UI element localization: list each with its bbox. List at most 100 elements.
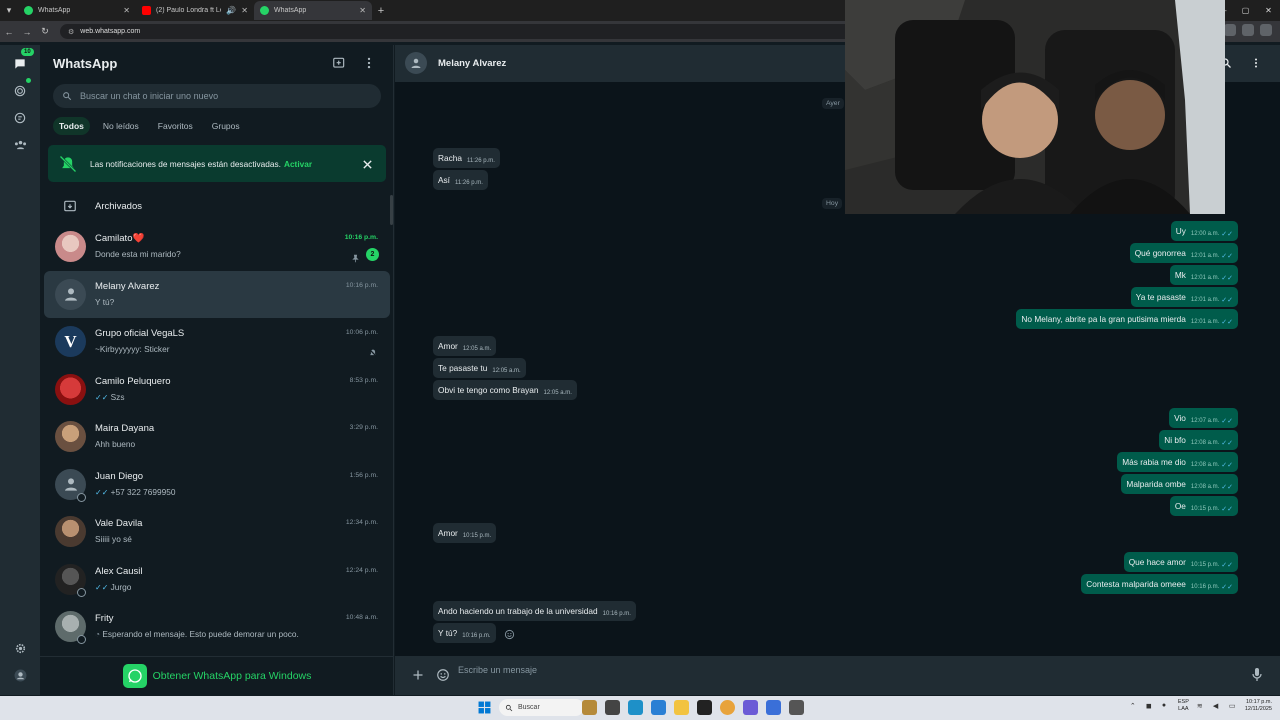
filter-unread[interactable]: No leídos — [97, 117, 145, 135]
app-icon[interactable] — [743, 700, 758, 715]
message-in[interactable]: Amor 10:15 p.m. — [433, 523, 497, 543]
tab-search-icon[interactable]: ▾ — [0, 2, 18, 20]
new-chat-icon[interactable] — [332, 56, 348, 72]
message-in[interactable]: Amor 12:05 a.m. — [433, 336, 497, 356]
file-explorer-icon[interactable] — [674, 700, 689, 715]
windows-start-icon[interactable] — [478, 701, 491, 714]
close-tab-icon[interactable]: ✕ — [359, 6, 366, 15]
search-input[interactable]: Buscar un chat o iniciar uno nuevo — [53, 84, 381, 108]
message-in[interactable]: Te pasaste tu 12:05 a.m. — [433, 358, 526, 378]
chat-item-grupo-oficial-vegals[interactable]: V Grupo oficial VegaLS ~Kirbyyyyyy: Stic… — [44, 318, 390, 366]
chat-item-alex-causil[interactable]: Alex Causil ✓✓ Jurgo 12:24 p.m. — [44, 556, 390, 604]
message-out[interactable]: Vio 12:07 a.m. ✓✓ — [1169, 408, 1238, 428]
message-out[interactable]: No Melany, abrite pa la gran putisima mi… — [1016, 309, 1238, 329]
browser-tab-3[interactable]: WhatsApp ✕ — [254, 1, 372, 20]
message-out[interactable]: Más rabia me dio 12:08 a.m. ✓✓ — [1117, 452, 1238, 472]
message-in[interactable]: Así 11:26 p.m. — [433, 170, 488, 190]
close-tab-icon[interactable]: ✕ — [123, 6, 130, 15]
close-window-icon[interactable]: ✕ — [1257, 0, 1280, 21]
chevron-up-icon[interactable]: ⌃ — [1130, 702, 1138, 710]
new-tab-button[interactable]: + — [372, 5, 390, 17]
battery-icon[interactable]: ▭ — [1229, 702, 1237, 710]
chat-item-camilato[interactable]: Camilato❤️ Donde esta mi marido? 10:16 p… — [44, 223, 390, 271]
message-text: Oe — [1174, 501, 1186, 511]
close-icon[interactable] — [362, 157, 374, 169]
wifi-icon[interactable]: ≋ — [1197, 702, 1205, 710]
message-out[interactable]: Malparida ombe 12:08 a.m. ✓✓ — [1121, 474, 1238, 494]
contact-name[interactable]: Melany Alvarez — [438, 58, 506, 69]
message-out[interactable]: Ni bfo 12:08 a.m. ✓✓ — [1159, 430, 1238, 450]
chat-item-camilo-peluquero[interactable]: Camilo Peluquero ✓✓ Szs 8:53 p.m. — [44, 366, 390, 414]
get-windows-app-link[interactable]: Obtener WhatsApp para Windows — [40, 656, 394, 695]
microphone-icon[interactable] — [1251, 667, 1263, 683]
reload-icon[interactable]: ↻ — [36, 26, 54, 37]
contact-avatar[interactable] — [405, 52, 427, 74]
sticker-icon[interactable] — [436, 668, 450, 682]
message-out[interactable]: Ya te pasaste 12:01 a.m. ✓✓ — [1130, 287, 1238, 307]
close-tab-icon[interactable]: ✕ — [241, 6, 248, 15]
message-out[interactable]: Oe 10:15 p.m. ✓✓ — [1169, 496, 1238, 516]
message-in[interactable]: Ando haciendo un trabajo de la universid… — [433, 601, 636, 621]
profile-avatar[interactable] — [11, 666, 29, 684]
message-in[interactable]: Obvi te tengo como Brayan 12:05 a.m. — [433, 380, 577, 400]
sidebar-scrollbar[interactable] — [390, 195, 393, 225]
message-out[interactable]: Uy 12:00 a.m. ✓✓ — [1170, 221, 1238, 241]
app-tray-icon[interactable]: ◼ — [1146, 702, 1154, 710]
channels-icon[interactable] — [11, 109, 29, 127]
message-out[interactable]: Mk 12:01 a.m. ✓✓ — [1169, 265, 1238, 285]
menu-dots-icon[interactable] — [362, 56, 378, 72]
message-input[interactable]: Escribe un mensaje — [458, 665, 537, 675]
copilot-icon[interactable] — [651, 700, 666, 715]
filter-all[interactable]: Todos — [53, 117, 90, 135]
browser-tab-1[interactable]: WhatsApp ✕ — [18, 1, 136, 20]
read-ticks-icon: ✓✓ — [95, 487, 111, 497]
chat-item-frity[interactable]: Frity ◔ Esperando el mensaje. Esto puede… — [44, 603, 390, 651]
chrome-icon[interactable] — [720, 700, 735, 715]
message-out[interactable]: Qué gonorrea 12:01 a.m. ✓✓ — [1129, 243, 1238, 263]
filter-groups[interactable]: Grupos — [206, 117, 246, 135]
browser-tab-2[interactable]: (2) Paulo Londra ft Lenny Ta 🔊 ✕ — [136, 1, 254, 20]
app-icon[interactable] — [766, 700, 781, 715]
volume-icon[interactable]: ◀ — [1213, 702, 1221, 710]
audio-icon[interactable]: 🔊 — [226, 6, 236, 15]
message-out[interactable]: Que hace amor 10:15 p.m. ✓✓ — [1123, 552, 1238, 572]
language-indicator[interactable]: ESP LAA — [1178, 699, 1189, 713]
activate-notifications-link[interactable]: Activar — [284, 159, 312, 169]
filter-favorites[interactable]: Favoritos — [152, 117, 199, 135]
avatar — [55, 231, 86, 262]
clock[interactable]: 10:17 p.m. 12/11/2025 — [1245, 699, 1272, 713]
app-icon[interactable] — [697, 700, 712, 715]
message-out[interactable]: Contesta malparida omeee 10:16 p.m. ✓✓ — [1081, 574, 1238, 594]
attach-plus-icon[interactable] — [412, 668, 426, 682]
menu-icon[interactable] — [1260, 24, 1272, 36]
read-ticks-icon: ✓✓ — [95, 392, 111, 402]
message-in[interactable]: Y tú? 10:16 p.m. — [433, 623, 496, 643]
extension-icon[interactable] — [1224, 24, 1236, 36]
edge-icon[interactable] — [628, 700, 643, 715]
chats-icon[interactable] — [11, 55, 29, 73]
menu-dots-icon[interactable] — [1250, 56, 1264, 70]
taskbar-app-icon[interactable] — [582, 700, 597, 715]
emoji-reaction-icon[interactable] — [504, 627, 516, 640]
app-tray-icon[interactable]: ● — [1162, 702, 1170, 710]
archived-row[interactable]: Archivados — [40, 190, 394, 222]
app-icon[interactable] — [789, 700, 804, 715]
forward-icon[interactable]: → — [18, 27, 36, 37]
message-time: 12:01 a.m. — [1190, 319, 1220, 325]
back-icon[interactable]: ← — [0, 27, 18, 37]
message-time: 12:00 a.m. — [1190, 231, 1220, 237]
message-text: Racha — [438, 153, 462, 163]
chat-item-melany-alvarez[interactable]: Melany Alvarez Y tú? 10:16 p.m. — [44, 270, 390, 318]
settings-icon[interactable] — [11, 639, 29, 657]
profile-icon[interactable] — [1242, 24, 1254, 36]
task-view-icon[interactable] — [605, 700, 620, 715]
message-in[interactable]: Racha 11:26 p.m. — [433, 148, 500, 168]
site-info-icon[interactable]: ⚙ — [68, 28, 74, 36]
chat-item-maira-dayana[interactable]: Maira Dayana Ahh bueno 3:29 p.m. — [44, 413, 390, 461]
chat-item-vale-davila[interactable]: Vale Davila Siiiii yo sé 12:34 p.m. — [44, 508, 390, 556]
chat-item-juan-diego[interactable]: Juan Diego ✓✓ +57 322 7699950 1:56 p.m. — [44, 461, 390, 509]
maximize-icon[interactable]: ▢ — [1234, 0, 1257, 21]
status-icon[interactable] — [11, 82, 29, 100]
communities-icon[interactable] — [11, 136, 29, 154]
taskbar-search[interactable]: Buscar — [499, 699, 584, 716]
